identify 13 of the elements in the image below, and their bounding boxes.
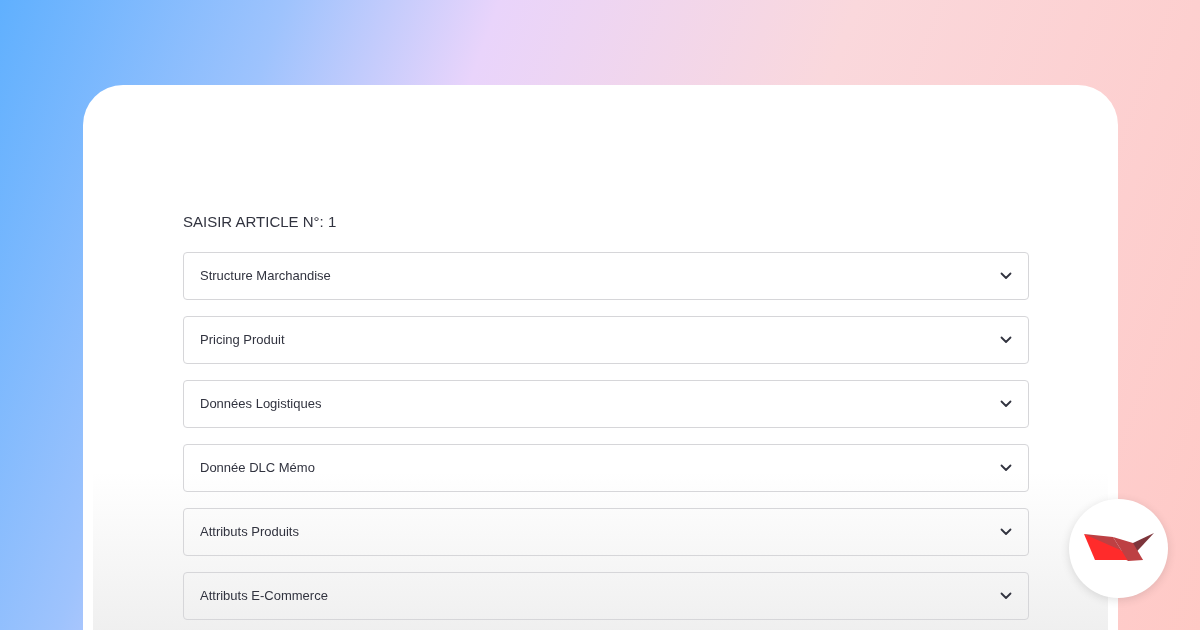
accordion-header[interactable]: Structure Marchandise: [183, 252, 1029, 300]
chevron-icon: [1000, 464, 1012, 472]
chevron-icon: [1000, 272, 1012, 280]
chevron-icon: [1000, 592, 1012, 600]
chevron-icon: [1000, 336, 1012, 344]
accordion-header[interactable]: Attributs Produits: [183, 508, 1029, 556]
accordion-header[interactable]: Attributs E-Commerce: [183, 572, 1029, 620]
chevron-icon: [1000, 400, 1012, 408]
page-heading: SAISIR ARTICLE N°: 1: [183, 212, 338, 232]
accordion-header[interactable]: Donnée DLC Mémo: [183, 444, 1029, 492]
accordion-header[interactable]: Données Logistiques: [183, 380, 1029, 428]
chevron-icon: [1000, 528, 1012, 536]
accordion-header[interactable]: Pricing Produit: [183, 316, 1029, 364]
